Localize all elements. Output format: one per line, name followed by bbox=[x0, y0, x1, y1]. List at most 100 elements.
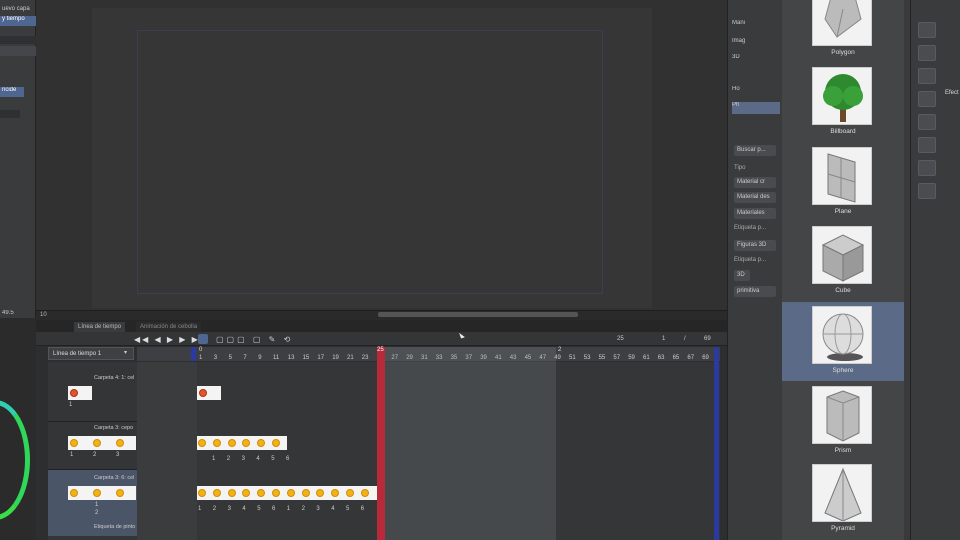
cel-icon bbox=[116, 489, 124, 497]
layer-item-ho[interactable]: Ho bbox=[732, 86, 780, 98]
frame-tools[interactable]: ▢▢▢ ▢ ✎ ⟲ bbox=[216, 335, 293, 344]
time-item[interactable]: y tiempo bbox=[0, 16, 36, 26]
material-prism[interactable]: Prism bbox=[782, 382, 904, 461]
material-pyramid[interactable]: Pyramid bbox=[782, 460, 904, 539]
tag-button-3d[interactable]: 3D bbox=[734, 270, 750, 281]
effect-label: Efect bbox=[945, 90, 959, 96]
frame-counter-b: 69 bbox=[704, 336, 711, 342]
cel-number: 2 bbox=[301, 506, 305, 512]
cel-icon bbox=[212, 439, 221, 447]
selected-option[interactable]: ncide bbox=[0, 87, 24, 97]
ruler-tick-label: 17 bbox=[317, 355, 325, 361]
cel-icon bbox=[346, 489, 354, 497]
panel-icon[interactable] bbox=[918, 183, 936, 199]
small-toolbar[interactable] bbox=[0, 110, 20, 118]
cel-icon bbox=[227, 489, 236, 497]
sphere-thumbnail bbox=[812, 306, 872, 364]
material-label: Cube bbox=[835, 287, 851, 294]
frame-counter-a: 1 bbox=[662, 336, 666, 342]
loop-toggle-button[interactable] bbox=[198, 334, 208, 344]
new-layer-item[interactable]: uevo capa bbox=[0, 6, 36, 16]
cel-icon bbox=[93, 489, 101, 497]
type-label: Tipo bbox=[734, 165, 746, 171]
cube-thumbnail bbox=[812, 226, 872, 284]
ruler-tick-label: 57 bbox=[613, 355, 621, 361]
cel-number: 3 bbox=[116, 452, 120, 458]
cel-number: 2 bbox=[212, 506, 217, 512]
material-billboard[interactable]: Billboard bbox=[782, 63, 904, 142]
cel-icon bbox=[198, 489, 206, 497]
cel-track[interactable] bbox=[68, 486, 136, 500]
material-label: Plane bbox=[834, 208, 852, 215]
right-icon-panel: Efect bbox=[910, 0, 960, 540]
start-marker[interactable] bbox=[191, 347, 196, 361]
search-input[interactable]: Buscar p... bbox=[734, 145, 776, 156]
cel-number: 1 bbox=[286, 506, 291, 512]
panel-icon[interactable] bbox=[918, 160, 936, 176]
ruler-tick-label: 69 bbox=[702, 355, 709, 361]
cel-track[interactable] bbox=[68, 436, 136, 450]
ruler-tick-label: 13 bbox=[287, 355, 295, 361]
tag-button-primitive[interactable]: primitiva bbox=[734, 286, 776, 297]
playhead[interactable] bbox=[377, 347, 385, 540]
timeline-layer-row-selected[interactable]: Carpeta 3: 6: cel Etiqueta de pinto bbox=[48, 470, 137, 536]
material-sphere[interactable]: Sphere bbox=[782, 302, 904, 381]
ruler-tick-label: 67 bbox=[687, 355, 695, 361]
start-marker-label: 0 bbox=[199, 347, 203, 353]
ruler-tick-label: 19 bbox=[332, 355, 339, 361]
cel-icon bbox=[272, 489, 280, 497]
timeline-layer-row[interactable]: Carpeta 4: 1: cel bbox=[48, 362, 137, 422]
tool-icons-row[interactable] bbox=[0, 36, 36, 44]
cel-icon bbox=[199, 389, 207, 397]
type-button-3[interactable]: Materiales bbox=[734, 208, 776, 219]
cel-number: 3 bbox=[227, 506, 231, 512]
material-cube[interactable]: Cube bbox=[782, 222, 904, 301]
tag-button-figures[interactable]: Figuras 3D bbox=[734, 240, 776, 251]
material-label: Sphere bbox=[832, 367, 854, 374]
tab-onion-skin[interactable]: Animación de cebolla bbox=[136, 322, 202, 332]
frame-counter-sep: / bbox=[684, 336, 686, 342]
type-button-2[interactable]: Material des bbox=[734, 192, 776, 203]
cel-number: 6 bbox=[272, 506, 276, 512]
timeline-select[interactable]: Línea de tiempo 1 bbox=[48, 347, 134, 360]
chevron-down-icon[interactable]: ▾ bbox=[124, 349, 127, 356]
playback-controls[interactable]: ◀◀ ◀ ▶ ▶ ▶▶ bbox=[134, 335, 208, 344]
cel-number: 2 bbox=[95, 510, 99, 516]
color-wheel[interactable] bbox=[0, 400, 30, 520]
panel-icon[interactable] bbox=[918, 91, 936, 107]
panel-icon[interactable] bbox=[918, 22, 936, 38]
cel-number: 1 bbox=[212, 456, 216, 462]
layer-sub-label: Etiqueta de pinto bbox=[94, 524, 136, 530]
layer-item-image[interactable]: Imag bbox=[732, 38, 780, 50]
material-polygon[interactable]: Polygon bbox=[782, 0, 904, 63]
ruler-tick-label: 5 bbox=[228, 355, 232, 361]
current-frame-readout: 25 bbox=[617, 336, 624, 342]
ruler-tick-label: 53 bbox=[583, 355, 591, 361]
cel-number: 3 bbox=[316, 506, 320, 512]
material-plane[interactable]: Plane bbox=[782, 143, 904, 222]
canvas-scrollbar[interactable] bbox=[378, 312, 578, 317]
prism-thumbnail bbox=[812, 386, 872, 444]
mid-marker-label: 2 bbox=[558, 347, 562, 353]
end-marker[interactable] bbox=[714, 347, 719, 540]
panel-icon[interactable] bbox=[918, 45, 936, 61]
panel-icon[interactable] bbox=[918, 114, 936, 130]
tree-thumbnail bbox=[812, 67, 872, 125]
cel-icon bbox=[70, 389, 78, 397]
layer-item-manikin[interactable]: Mani bbox=[732, 20, 780, 32]
cel-number: 1 bbox=[69, 402, 73, 408]
type-button-1[interactable]: Material cr bbox=[734, 177, 776, 188]
polygon-thumbnail bbox=[812, 0, 872, 46]
layer-item-3d[interactable]: 3D bbox=[732, 54, 780, 66]
cel-number: 2 bbox=[93, 452, 97, 458]
cel-number: 4 bbox=[242, 506, 246, 512]
work-range-shade bbox=[384, 347, 556, 540]
cel-icon bbox=[286, 489, 295, 497]
layer-name: Carpeta 4: 1: cel bbox=[94, 375, 135, 381]
panel-icon[interactable] bbox=[918, 137, 936, 153]
left-tool-panel: uevo capa y tiempo ncide 49.5 bbox=[0, 0, 36, 318]
panel-icon[interactable] bbox=[918, 68, 936, 84]
tab-timeline[interactable]: Línea de tiempo bbox=[74, 322, 126, 332]
material-label: Polygon bbox=[831, 49, 855, 56]
layer-item-selected[interactable]: Ph bbox=[732, 102, 780, 114]
